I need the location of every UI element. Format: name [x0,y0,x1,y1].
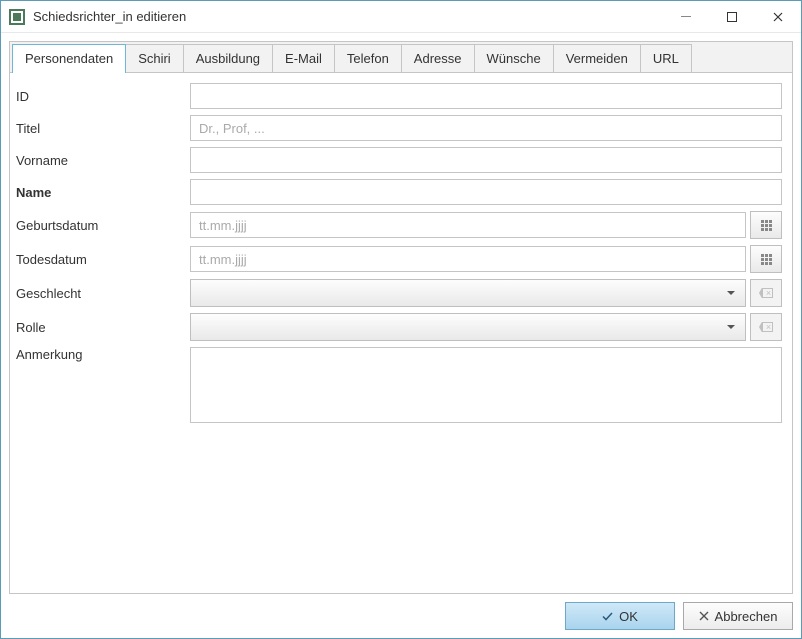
chevron-down-icon [727,291,735,295]
geschlecht-clear-button[interactable] [750,279,782,307]
tab-email[interactable]: E-Mail [272,44,335,72]
cross-icon [699,611,709,621]
vorname-field[interactable] [190,147,782,173]
id-label: ID [10,89,190,104]
tab-ausbildung[interactable]: Ausbildung [183,44,273,72]
button-bar: OK Abbrechen [9,594,793,630]
todesdatum-field[interactable] [190,246,746,272]
calendar-icon [761,220,772,231]
cancel-label: Abbrechen [715,609,778,624]
rolle-label: Rolle [10,320,190,335]
geburtsdatum-field[interactable] [190,212,746,238]
vorname-label: Vorname [10,153,190,168]
clear-icon [759,322,773,332]
todesdatum-calendar-button[interactable] [750,245,782,273]
window-title: Schiedsrichter_in editieren [33,9,663,24]
geschlecht-label: Geschlecht [10,286,190,301]
tab-label: Vermeiden [566,51,628,66]
tab-label: E-Mail [285,51,322,66]
anmerkung-field[interactable] [190,347,782,423]
tab-schiri[interactable]: Schiri [125,44,184,72]
clear-icon [759,288,773,298]
ok-label: OK [619,609,638,624]
anmerkung-label: Anmerkung [10,347,190,362]
tab-vermeiden[interactable]: Vermeiden [553,44,641,72]
name-field[interactable] [190,179,782,205]
name-label: Name [10,185,190,200]
tab-content: ID Titel Vorname Name Geburtsdatum [9,72,793,594]
tab-telefon[interactable]: Telefon [334,44,402,72]
tab-label: Telefon [347,51,389,66]
maximize-button[interactable] [709,1,755,32]
minimize-button[interactable] [663,1,709,32]
app-icon [9,9,25,25]
tab-wuensche[interactable]: Wünsche [474,44,554,72]
tab-adresse[interactable]: Adresse [401,44,475,72]
check-icon [602,611,613,622]
geburtsdatum-calendar-button[interactable] [750,211,782,239]
tab-label: Ausbildung [196,51,260,66]
titlebar: Schiedsrichter_in editieren [1,1,801,33]
titel-field[interactable] [190,115,782,141]
tab-personendaten[interactable]: Personendaten [12,44,126,73]
id-field[interactable] [190,83,782,109]
tab-label: Schiri [138,51,171,66]
tab-label: Wünsche [487,51,541,66]
todesdatum-label: Todesdatum [10,252,190,267]
cancel-button[interactable]: Abbrechen [683,602,793,630]
tab-label: Adresse [414,51,462,66]
titel-label: Titel [10,121,190,136]
tab-url[interactable]: URL [640,44,692,72]
tab-label: Personendaten [25,51,113,66]
ok-button[interactable]: OK [565,602,675,630]
close-button[interactable] [755,1,801,32]
geburtsdatum-label: Geburtsdatum [10,218,190,233]
rolle-clear-button[interactable] [750,313,782,341]
geschlecht-select[interactable] [190,279,746,307]
calendar-icon [761,254,772,265]
rolle-select[interactable] [190,313,746,341]
chevron-down-icon [727,325,735,329]
tab-strip: Personendaten Schiri Ausbildung E-Mail T… [9,41,793,72]
tab-label: URL [653,51,679,66]
